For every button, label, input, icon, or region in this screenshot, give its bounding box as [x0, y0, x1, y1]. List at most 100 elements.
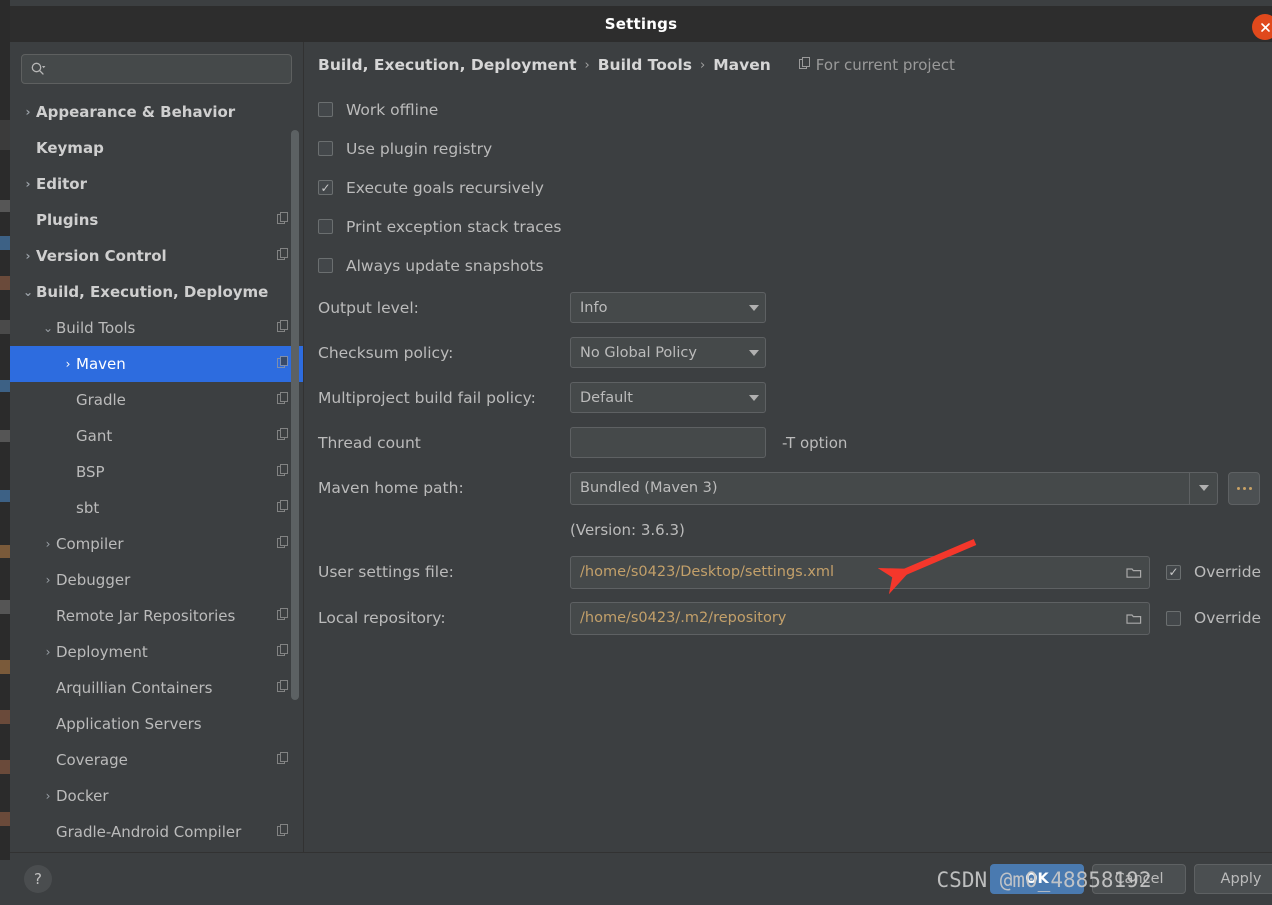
chevron-right-icon[interactable]: ›: [20, 177, 36, 191]
help-button[interactable]: ?: [24, 865, 52, 893]
user-settings-override-toggle[interactable]: Override: [1166, 563, 1261, 581]
folder-icon[interactable]: [1119, 612, 1149, 625]
sidebar-item-label: Debugger: [56, 571, 131, 589]
breadcrumb-part-2[interactable]: Build Tools: [598, 56, 692, 74]
chevron-right-icon[interactable]: ›: [40, 573, 56, 587]
chevron-down-icon: [749, 304, 759, 311]
sidebar-item-build-tools[interactable]: ⌄ Build Tools: [10, 310, 303, 346]
chevron-right-icon[interactable]: ›: [40, 789, 56, 803]
sidebar-item-arquillian-containers[interactable]: Arquillian Containers: [10, 670, 303, 706]
user-settings-file-field[interactable]: [570, 555, 1150, 589]
checkbox-always-update-snapshots[interactable]: [318, 258, 333, 273]
search-input[interactable]: [46, 60, 283, 78]
apply-button[interactable]: Apply: [1194, 864, 1272, 894]
chevron-right-icon[interactable]: ›: [60, 357, 76, 371]
user-settings-override-checkbox[interactable]: [1166, 564, 1181, 580]
search-box[interactable]: [21, 54, 292, 84]
maven-home-path-select[interactable]: Bundled (Maven 3): [570, 471, 1218, 505]
checkbox-print-exception-stack-traces[interactable]: [318, 219, 333, 234]
sidebar-item-application-servers[interactable]: Application Servers: [10, 706, 303, 742]
chevron-right-icon[interactable]: ›: [20, 249, 36, 263]
maven-home-browse-button[interactable]: [1228, 471, 1260, 505]
local-repository-override-toggle[interactable]: Override: [1166, 609, 1261, 627]
checkbox-row-use-plugin-registry[interactable]: Use plugin registry: [318, 129, 1272, 168]
ok-button[interactable]: OK: [990, 864, 1084, 894]
chevron-right-icon[interactable]: ›: [40, 645, 56, 659]
checkbox-row-execute-goals-recursively[interactable]: Execute goals recursively: [318, 168, 1272, 207]
sidebar-item-remote-jar-repositories[interactable]: Remote Jar Repositories: [10, 598, 303, 634]
chevron-down-icon[interactable]: ⌄: [40, 321, 56, 335]
chevron-right-icon[interactable]: ›: [40, 537, 56, 551]
breadcrumb: Build, Execution, Deployment › Build Too…: [304, 42, 1272, 74]
sidebar-item-keymap[interactable]: Keymap: [10, 130, 303, 166]
sidebar-item-debugger[interactable]: › Debugger: [10, 562, 303, 598]
copy-settings-icon: [277, 355, 289, 373]
sidebar-item-coverage[interactable]: Coverage: [10, 742, 303, 778]
thread-count-suffix: -T option: [782, 433, 848, 452]
dialog-body: › Appearance & Behavior Keymap › Editor Plugi…: [10, 42, 1272, 852]
copy-settings-icon: [277, 247, 289, 265]
sidebar-item-gant[interactable]: Gant: [10, 418, 303, 454]
sidebar-item-label: Compiler: [56, 535, 124, 553]
close-icon[interactable]: [1252, 14, 1272, 40]
checkbox-label-execute-goals-recursively: Execute goals recursively: [346, 178, 544, 197]
sidebar-item-plugins[interactable]: Plugins: [10, 202, 303, 238]
folder-icon[interactable]: [1119, 566, 1149, 579]
sidebar-item-label: Coverage: [56, 751, 128, 769]
close-glyph: [1260, 22, 1270, 32]
chevron-down-icon[interactable]: ⌄: [20, 285, 36, 299]
local-repository-input[interactable]: [571, 609, 1119, 627]
sidebar-item-sbt[interactable]: sbt: [10, 490, 303, 526]
cancel-button[interactable]: Cancel: [1092, 864, 1186, 894]
output-level-select[interactable]: Info: [570, 292, 766, 323]
output-level-row: Output level: Info: [318, 285, 1272, 330]
local-repository-override-checkbox[interactable]: [1166, 610, 1181, 626]
checksum-policy-select[interactable]: No Global Policy: [570, 337, 766, 368]
breadcrumb-part-3[interactable]: Maven: [713, 56, 771, 74]
sidebar-item-deployment[interactable]: › Deployment: [10, 634, 303, 670]
breadcrumb-part-1[interactable]: Build, Execution, Deployment: [318, 56, 577, 74]
sidebar-item-label: Remote Jar Repositories: [56, 607, 236, 625]
sidebar-scrollbar[interactable]: [291, 130, 299, 700]
user-settings-file-input[interactable]: [571, 563, 1119, 581]
multiproject-fail-policy-label: Multiproject build fail policy:: [318, 388, 536, 407]
checkbox-use-plugin-registry[interactable]: [318, 141, 333, 156]
sidebar-item-label: Maven: [76, 355, 126, 373]
checkbox-row-always-update-snapshots[interactable]: Always update snapshots: [318, 246, 1272, 285]
chevron-down-icon[interactable]: [1189, 472, 1217, 504]
checkbox-row-work-offline[interactable]: Work offline: [318, 90, 1272, 129]
maven-settings-form: Work offline Use plugin registry Execute g…: [304, 74, 1272, 641]
breadcrumb-separator-2: ›: [700, 57, 706, 73]
checkbox-execute-goals-recursively[interactable]: [318, 180, 333, 195]
multiproject-fail-policy-select[interactable]: Default: [570, 382, 766, 413]
sidebar-item-docker[interactable]: › Docker: [10, 778, 303, 814]
sidebar-item-bsp[interactable]: BSP: [10, 454, 303, 490]
checkbox-work-offline[interactable]: [318, 102, 333, 117]
sidebar-item-gradle-android-compiler[interactable]: Gradle-Android Compiler: [10, 814, 303, 846]
sidebar-item-editor[interactable]: › Editor: [10, 166, 303, 202]
sidebar-item-label: Build Tools: [56, 319, 136, 337]
checkbox-row-print-exception-stack-traces[interactable]: Print exception stack traces: [318, 207, 1272, 246]
maven-checkbox-group: Work offline Use plugin registry Execute g…: [318, 90, 1272, 285]
thread-count-input[interactable]: [570, 427, 766, 458]
chevron-right-icon[interactable]: ›: [20, 105, 36, 119]
sidebar-item-gradle[interactable]: Gradle: [10, 382, 303, 418]
sidebar-item-version-control[interactable]: › Version Control: [10, 238, 303, 274]
settings-tree[interactable]: › Appearance & Behavior Keymap › Editor Plugi…: [10, 94, 303, 846]
thread-count-label: Thread count: [318, 433, 421, 452]
sidebar-item-label: sbt: [76, 499, 100, 517]
local-repository-field[interactable]: [570, 601, 1150, 635]
sidebar-item-maven[interactable]: › Maven: [10, 346, 303, 382]
settings-dialog-window: Settings › Appearance & Behavior Keymap …: [0, 0, 1272, 905]
local-repository-label: Local repository:: [318, 609, 446, 627]
settings-sidebar: › Appearance & Behavior Keymap › Editor Plugi…: [10, 42, 304, 852]
sidebar-item-compiler[interactable]: › Compiler: [10, 526, 303, 562]
checkbox-label-use-plugin-registry: Use plugin registry: [346, 139, 493, 158]
sidebar-item-label: Plugins: [36, 211, 99, 229]
maven-home-path-row: Maven home path: Bundled (Maven 3): [318, 465, 1272, 511]
copy-settings-icon: [277, 751, 289, 769]
copy-settings-icon: [277, 211, 289, 229]
sidebar-item-build-execution-deployme[interactable]: ⌄ Build, Execution, Deployme: [10, 274, 303, 310]
multiproject-fail-policy-row: Multiproject build fail policy: Default: [318, 375, 1272, 420]
sidebar-item-appearance-behavior[interactable]: › Appearance & Behavior: [10, 94, 303, 130]
